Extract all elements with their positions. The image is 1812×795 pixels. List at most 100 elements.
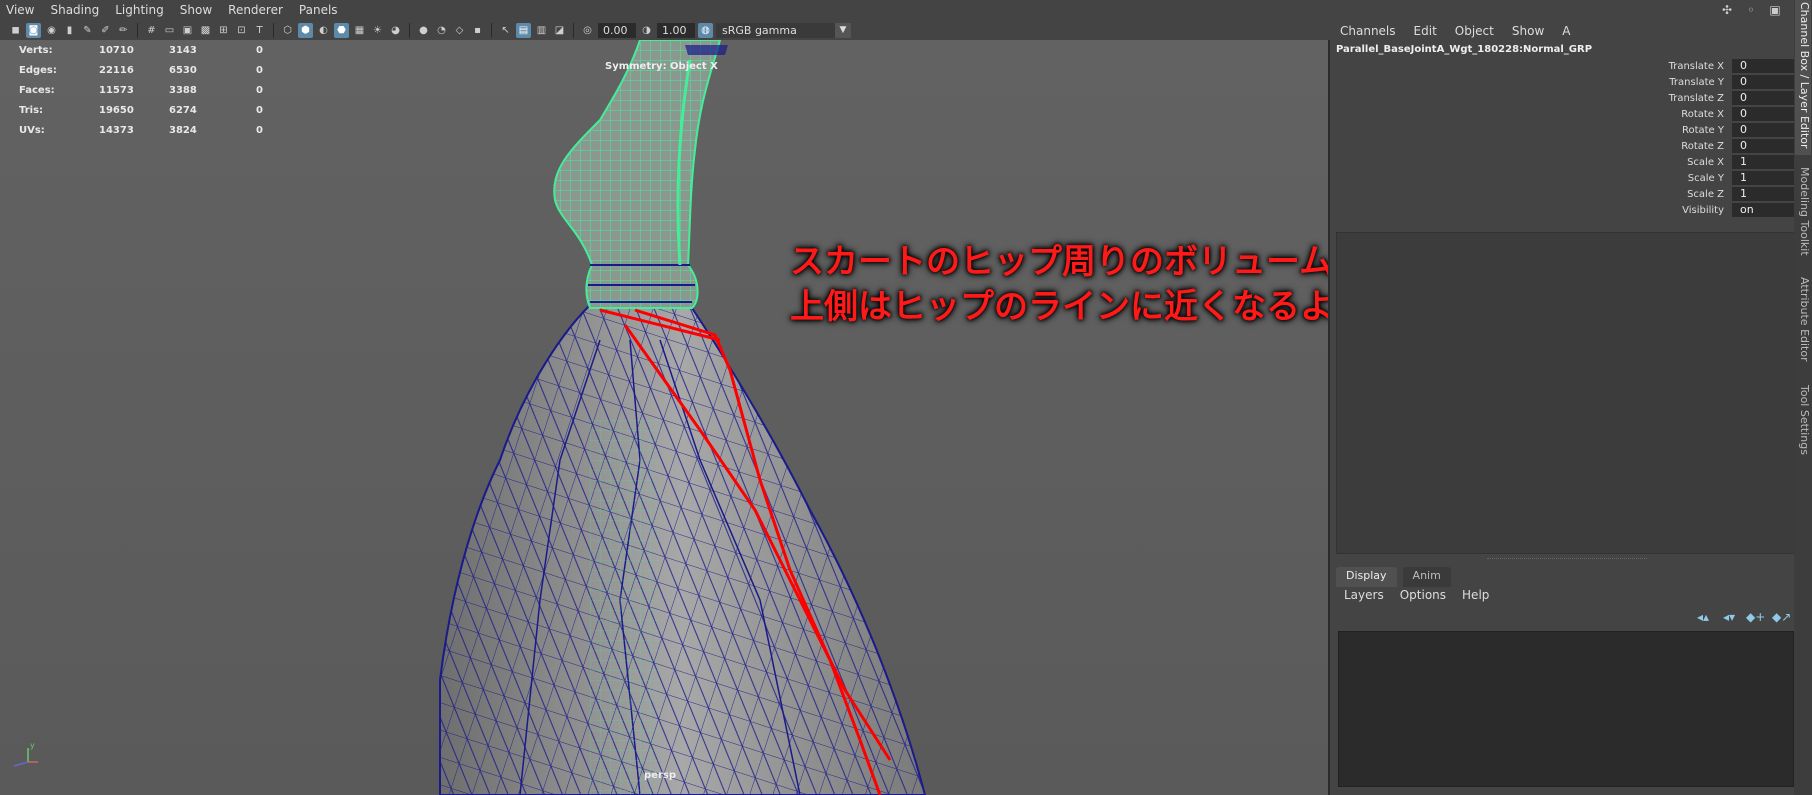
tab-display[interactable]: Display	[1336, 567, 1397, 587]
channel-row[interactable]: Translate Y 0	[1494, 74, 1794, 90]
tab-anim[interactable]: Anim	[1402, 567, 1451, 587]
selected-node-name[interactable]: Parallel_BaseJointA_Wgt_180228:Normal_GR…	[1336, 44, 1592, 55]
new-layer-icon[interactable]: ◆+	[1746, 610, 1765, 624]
menu-attributes[interactable]: A	[1562, 24, 1570, 38]
grid-icon[interactable]: #	[144, 23, 159, 38]
channel-value[interactable]: 0	[1732, 139, 1794, 153]
viewport-panel: View Shading Lighting Show Renderer Pane…	[0, 0, 1330, 795]
motion-blur-icon[interactable]: ◔	[434, 23, 449, 38]
menu-show[interactable]: Show	[180, 3, 212, 17]
select-camera-icon[interactable]: ◼	[8, 23, 23, 38]
hud-value: 0	[256, 84, 263, 96]
gate-mask-icon[interactable]: ▩	[198, 23, 213, 38]
channel-row[interactable]: Rotate X 0	[1494, 106, 1794, 122]
panel-toolbar: ◼ ◙ ◉ ▮ ✎ ✐ ✏ # ▭ ▣ ▩ ⊞ ⊡ T ⬡ ⬢ ◐ ⬣ ▦ ☀ …	[0, 20, 1330, 40]
screen-space-ao-icon[interactable]: ●	[416, 23, 431, 38]
wireframe-on-shaded-icon[interactable]: ⬣	[334, 22, 349, 38]
safe-title-icon[interactable]: T	[252, 23, 267, 38]
exposure-field[interactable]: 0.00	[598, 22, 636, 38]
menu-help[interactable]: Help	[1462, 588, 1489, 606]
safe-action-icon[interactable]: ⊡	[234, 23, 249, 38]
depth-of-field-icon[interactable]: ▪	[470, 23, 485, 38]
tab-modeling-toolkit[interactable]: Modeling Toolkit	[1795, 165, 1811, 265]
xray-icon[interactable]: ▤	[516, 22, 531, 38]
svg-text:y: y	[30, 741, 35, 750]
menu-lighting[interactable]: Lighting	[115, 3, 164, 17]
channel-row[interactable]: Scale Y 1	[1494, 170, 1794, 186]
toolbar-separator	[137, 22, 138, 38]
menu-panels[interactable]: Panels	[299, 3, 338, 17]
3d-viewport[interactable]: Verts: 10710 3143 0 Edges: 22116 6530 0 …	[0, 40, 1328, 795]
xray-components-icon[interactable]: ◪	[552, 23, 567, 38]
view-transform-dropdown[interactable]: sRGB gamma ▼	[716, 22, 851, 38]
new-layer-from-selected-icon[interactable]: ◆↗	[1772, 610, 1791, 624]
shadows-icon[interactable]: ◕	[388, 23, 403, 38]
menu-edit[interactable]: Edit	[1414, 24, 1437, 38]
channel-row[interactable]: Scale Z 1	[1494, 186, 1794, 202]
color-management-icon[interactable]: ◍	[698, 22, 713, 38]
view-transform-value: sRGB gamma	[722, 23, 797, 37]
lights-icon[interactable]: ☀	[370, 23, 385, 38]
panel-resize-handle[interactable]	[1487, 558, 1647, 560]
move-layer-up-icon[interactable]: ◂▴	[1694, 610, 1712, 624]
menu-layers[interactable]: Layers	[1344, 588, 1384, 606]
symmetry-label: Symmetry: Object X	[605, 61, 718, 72]
wireframe-icon[interactable]: ⬡	[280, 23, 295, 38]
menu-object[interactable]: Object	[1455, 24, 1494, 38]
annotation-line: スカートのヒップ周りのボリュームを減らして、	[790, 242, 1328, 282]
channel-value[interactable]: 1	[1732, 171, 1794, 185]
channel-row[interactable]: Scale X 1	[1494, 154, 1794, 170]
smooth-shade-icon[interactable]: ⬢	[298, 22, 313, 38]
channel-row[interactable]: Rotate Y 0	[1494, 122, 1794, 138]
help-icon[interactable]: ◦	[1744, 3, 1758, 17]
channel-label: Rotate Z	[1681, 140, 1724, 152]
default-material-icon[interactable]: ◐	[316, 23, 331, 38]
tab-attribute-editor[interactable]: Attribute Editor	[1795, 275, 1811, 375]
layout-icon[interactable]: ▣	[1768, 3, 1782, 17]
tab-tool-settings[interactable]: Tool Settings	[1795, 383, 1811, 458]
exposure-icon[interactable]: ◎	[580, 23, 595, 38]
channel-value[interactable]: on	[1732, 203, 1794, 217]
textured-icon[interactable]: ▦	[352, 23, 367, 38]
channel-row[interactable]: Translate X 0	[1494, 58, 1794, 74]
channel-value[interactable]: 0	[1732, 59, 1794, 73]
layer-editor-tabs: Display Anim	[1336, 567, 1451, 587]
menu-show[interactable]: Show	[1512, 24, 1544, 38]
bookmark-icon[interactable]: ◉	[44, 23, 59, 38]
menu-channels[interactable]: Channels	[1340, 24, 1396, 38]
resolution-gate-icon[interactable]: ▣	[180, 23, 195, 38]
channel-value[interactable]: 1	[1732, 187, 1794, 201]
pencil-icon[interactable]: ✏	[116, 23, 131, 38]
film-gate-icon[interactable]: ▭	[162, 23, 177, 38]
channel-value[interactable]: 1	[1732, 155, 1794, 169]
hud-label: UVs:	[19, 124, 45, 136]
xray-joints-icon[interactable]: ▥	[534, 23, 549, 38]
tab-channel-box-layer-editor[interactable]: Channel Box / Layer Editor	[1795, 0, 1811, 155]
channel-row[interactable]: Rotate Z 0	[1494, 138, 1794, 154]
channel-value[interactable]: 0	[1732, 75, 1794, 89]
menu-view[interactable]: View	[6, 3, 34, 17]
isolate-select-icon[interactable]: ↖	[498, 23, 513, 38]
gamma-icon[interactable]: ◑	[639, 23, 654, 38]
channel-label: Rotate X	[1681, 108, 1724, 120]
menu-options[interactable]: Options	[1400, 588, 1446, 606]
channel-value[interactable]: 0	[1732, 123, 1794, 137]
channel-row[interactable]: Translate Z 0	[1494, 90, 1794, 106]
anti-aliasing-icon[interactable]: ◇	[452, 23, 467, 38]
channel-value[interactable]: 0	[1732, 91, 1794, 105]
2d-pan-zoom-icon[interactable]: ✎	[80, 23, 95, 38]
move-layer-down-icon[interactable]: ◂▾	[1720, 610, 1738, 624]
field-chart-icon[interactable]: ⊞	[216, 23, 231, 38]
grease-pencil-icon[interactable]: ✐	[98, 23, 113, 38]
hud-row: Faces: 11573 3388 0	[19, 80, 263, 100]
layer-list[interactable]	[1338, 631, 1794, 787]
menu-renderer[interactable]: Renderer	[228, 3, 283, 17]
menu-shading[interactable]: Shading	[50, 3, 99, 17]
channel-value[interactable]: 0	[1732, 107, 1794, 121]
camera-attributes-icon[interactable]: ◙	[26, 22, 41, 38]
axis-orient-icon[interactable]: ✣	[1720, 3, 1734, 17]
hud-value: 10710	[99, 44, 134, 56]
gamma-field[interactable]: 1.00	[657, 22, 695, 38]
channel-row[interactable]: Visibility on	[1494, 202, 1794, 218]
image-plane-icon[interactable]: ▮	[62, 23, 77, 38]
